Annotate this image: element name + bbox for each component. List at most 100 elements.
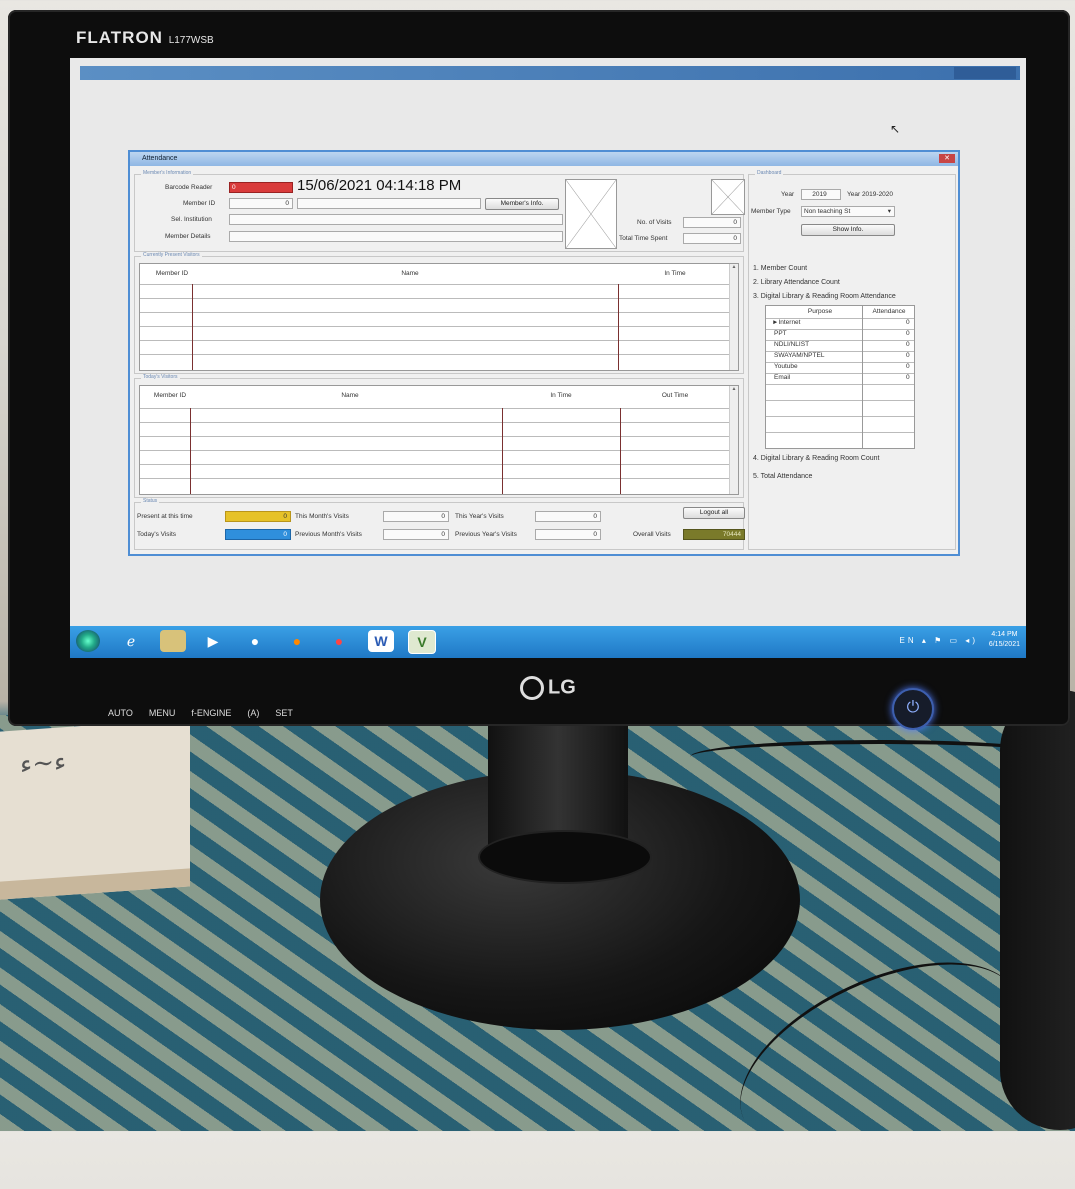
media-player-icon[interactable]: ▶ bbox=[200, 630, 226, 652]
dialog-titlebar: Attendance ✕ bbox=[130, 152, 958, 166]
prev-month-value: 0 bbox=[383, 529, 449, 540]
a-button[interactable]: (A) bbox=[247, 708, 259, 718]
column-header[interactable]: Out Time bbox=[620, 386, 730, 406]
attendance-cell: 0 bbox=[906, 341, 910, 348]
speaker bbox=[1000, 690, 1075, 1130]
present-value: 0 bbox=[225, 511, 291, 522]
attendance-app-icon[interactable]: V bbox=[408, 630, 436, 654]
members-info-button[interactable]: Member's Info. bbox=[485, 198, 559, 210]
dashboard-link-total-attendance[interactable]: 5. Total Attendance bbox=[753, 473, 812, 480]
vertical-scrollbar[interactable]: ▲ bbox=[729, 264, 738, 370]
column-header[interactable]: Member ID bbox=[148, 264, 196, 284]
vertical-scrollbar[interactable]: ▲ bbox=[729, 386, 738, 494]
current-datetime: 15/06/2021 04:14:18 PM bbox=[297, 177, 462, 194]
purpose-cell: Youtube bbox=[774, 363, 798, 370]
member-details-label: Member Details bbox=[165, 233, 211, 240]
purpose-attendance-table[interactable]: Purpose Attendance ►Internet 0 PPT 0 NDL… bbox=[765, 305, 915, 449]
book-handwriting: ﺀ~ء bbox=[20, 747, 67, 781]
show-info-button[interactable]: Show Info. bbox=[801, 224, 895, 236]
purpose-cell: Internet bbox=[778, 319, 801, 326]
barcode-label: Barcode Reader bbox=[165, 184, 213, 191]
column-header[interactable]: Member ID bbox=[146, 386, 194, 406]
book: ﺀ~ء bbox=[0, 718, 190, 900]
close-button[interactable]: ✕ bbox=[939, 154, 955, 163]
lg-logo-text: LG bbox=[548, 676, 576, 699]
column-header[interactable]: Attendance bbox=[864, 306, 914, 318]
year-label: Year bbox=[781, 191, 795, 198]
column-header[interactable]: Name bbox=[250, 386, 450, 406]
dashboard-link-digital-library-count[interactable]: 4. Digital Library & Reading Room Count bbox=[753, 455, 879, 462]
attendance-dialog: Attendance ✕ Member's Information Barcod… bbox=[128, 150, 960, 556]
total-time-spent-value: 0 bbox=[683, 233, 741, 244]
auto-button[interactable]: AUTO bbox=[108, 708, 133, 718]
dashboard-link-library-attendance[interactable]: 2. Library Attendance Count bbox=[753, 279, 840, 286]
menu-button[interactable]: MENU bbox=[149, 708, 176, 718]
currently-present-table[interactable]: Member ID Name In Time ▲ bbox=[139, 263, 739, 371]
column-header[interactable]: In Time bbox=[620, 264, 730, 284]
lg-logo: LG bbox=[520, 676, 576, 700]
set-button[interactable]: SET bbox=[275, 708, 293, 718]
todays-visitors-table[interactable]: Member ID Name In Time Out Time ▲ bbox=[139, 385, 739, 495]
window-controls[interactable] bbox=[954, 67, 1016, 79]
this-month-label: This Month's Visits bbox=[295, 513, 349, 520]
todays-visits-value: 0 bbox=[225, 529, 291, 540]
file-explorer-icon[interactable] bbox=[160, 630, 186, 652]
prev-month-label: Previous Month's Visits bbox=[295, 531, 362, 538]
attendance-cell: 0 bbox=[906, 330, 910, 337]
prev-year-label: Previous Year's Visits bbox=[455, 531, 517, 538]
attendance-cell: 0 bbox=[906, 319, 910, 326]
member-type-label: Member Type bbox=[751, 208, 791, 215]
attendance-cell: 0 bbox=[906, 374, 910, 381]
brand-name: FLATRON bbox=[76, 28, 163, 47]
clock-date: 6/15/2021 bbox=[988, 641, 1020, 648]
screen: ↖ Attendance ✕ Member's Information Barc… bbox=[70, 58, 1026, 658]
start-button[interactable] bbox=[76, 630, 100, 652]
signature-placeholder bbox=[711, 179, 745, 215]
member-photo-placeholder bbox=[565, 179, 617, 249]
power-icon: ⏻ bbox=[906, 699, 920, 716]
member-type-select[interactable]: Non teaching St ▾ bbox=[801, 206, 895, 217]
column-header[interactable]: Purpose bbox=[774, 306, 866, 318]
mouse-cursor-icon: ↖ bbox=[890, 122, 901, 136]
sel-institution-label: Sel. Institution bbox=[171, 216, 212, 223]
system-tray[interactable]: EN ▴ ⚑ ▭ ◂) bbox=[900, 636, 978, 645]
overall-visits-value: 70444 bbox=[683, 529, 745, 540]
purpose-cell: PPT bbox=[774, 330, 787, 337]
power-button[interactable]: ⏻ bbox=[892, 688, 934, 730]
purpose-cell: SWAYAM/NPTEL bbox=[774, 352, 825, 359]
overall-visits-label: Overall Visits bbox=[633, 531, 671, 538]
member-id-input[interactable]: 0 bbox=[229, 198, 293, 209]
logout-all-button[interactable]: Logout all bbox=[683, 507, 745, 519]
prev-year-value: 0 bbox=[535, 529, 601, 540]
purpose-cell: NDLI/NLIST bbox=[774, 341, 810, 348]
no-of-visits-label: No. of Visits bbox=[637, 219, 672, 226]
lg-circle-icon bbox=[520, 676, 544, 700]
firefox-icon[interactable]: ● bbox=[284, 630, 310, 652]
chrome-icon[interactable]: ● bbox=[242, 630, 268, 652]
chrome-canary-icon[interactable]: ● bbox=[326, 630, 352, 652]
word-icon[interactable]: W bbox=[368, 630, 394, 652]
present-label: Present at this time bbox=[137, 513, 193, 520]
member-type-value: Non teaching St bbox=[804, 208, 851, 215]
sel-institution-field bbox=[229, 214, 563, 225]
language-indicator[interactable]: EN bbox=[900, 636, 917, 645]
currently-present-group: Currently Present Visitors Member ID Nam… bbox=[134, 252, 744, 374]
group-title: Member's Information bbox=[141, 170, 194, 176]
column-header[interactable]: Name bbox=[300, 264, 520, 284]
this-year-label: This Year's Visits bbox=[455, 513, 504, 520]
dashboard-link-member-count[interactable]: 1. Member Count bbox=[753, 265, 807, 272]
clock[interactable]: 4:14 PM 6/15/2021 bbox=[989, 630, 1020, 650]
attendance-cell: 0 bbox=[906, 363, 910, 370]
close-icon: ✕ bbox=[944, 155, 950, 162]
ie-icon[interactable]: ℯ bbox=[118, 630, 144, 652]
dashboard-link-digital-library-attendance[interactable]: 3. Digital Library & Reading Room Attend… bbox=[753, 293, 896, 300]
chevron-down-icon: ▾ bbox=[887, 208, 891, 215]
column-header[interactable]: In Time bbox=[506, 386, 616, 406]
monitor-stand-ring bbox=[478, 830, 652, 884]
group-title: Dashboard bbox=[755, 170, 784, 176]
barcode-input[interactable]: 0 bbox=[229, 182, 293, 193]
year-stepper[interactable]: 2019 bbox=[801, 189, 841, 200]
model-name: L177WSB bbox=[168, 35, 214, 46]
f-engine-button[interactable]: f-ENGINE bbox=[191, 708, 231, 718]
member-name-field bbox=[297, 198, 481, 209]
